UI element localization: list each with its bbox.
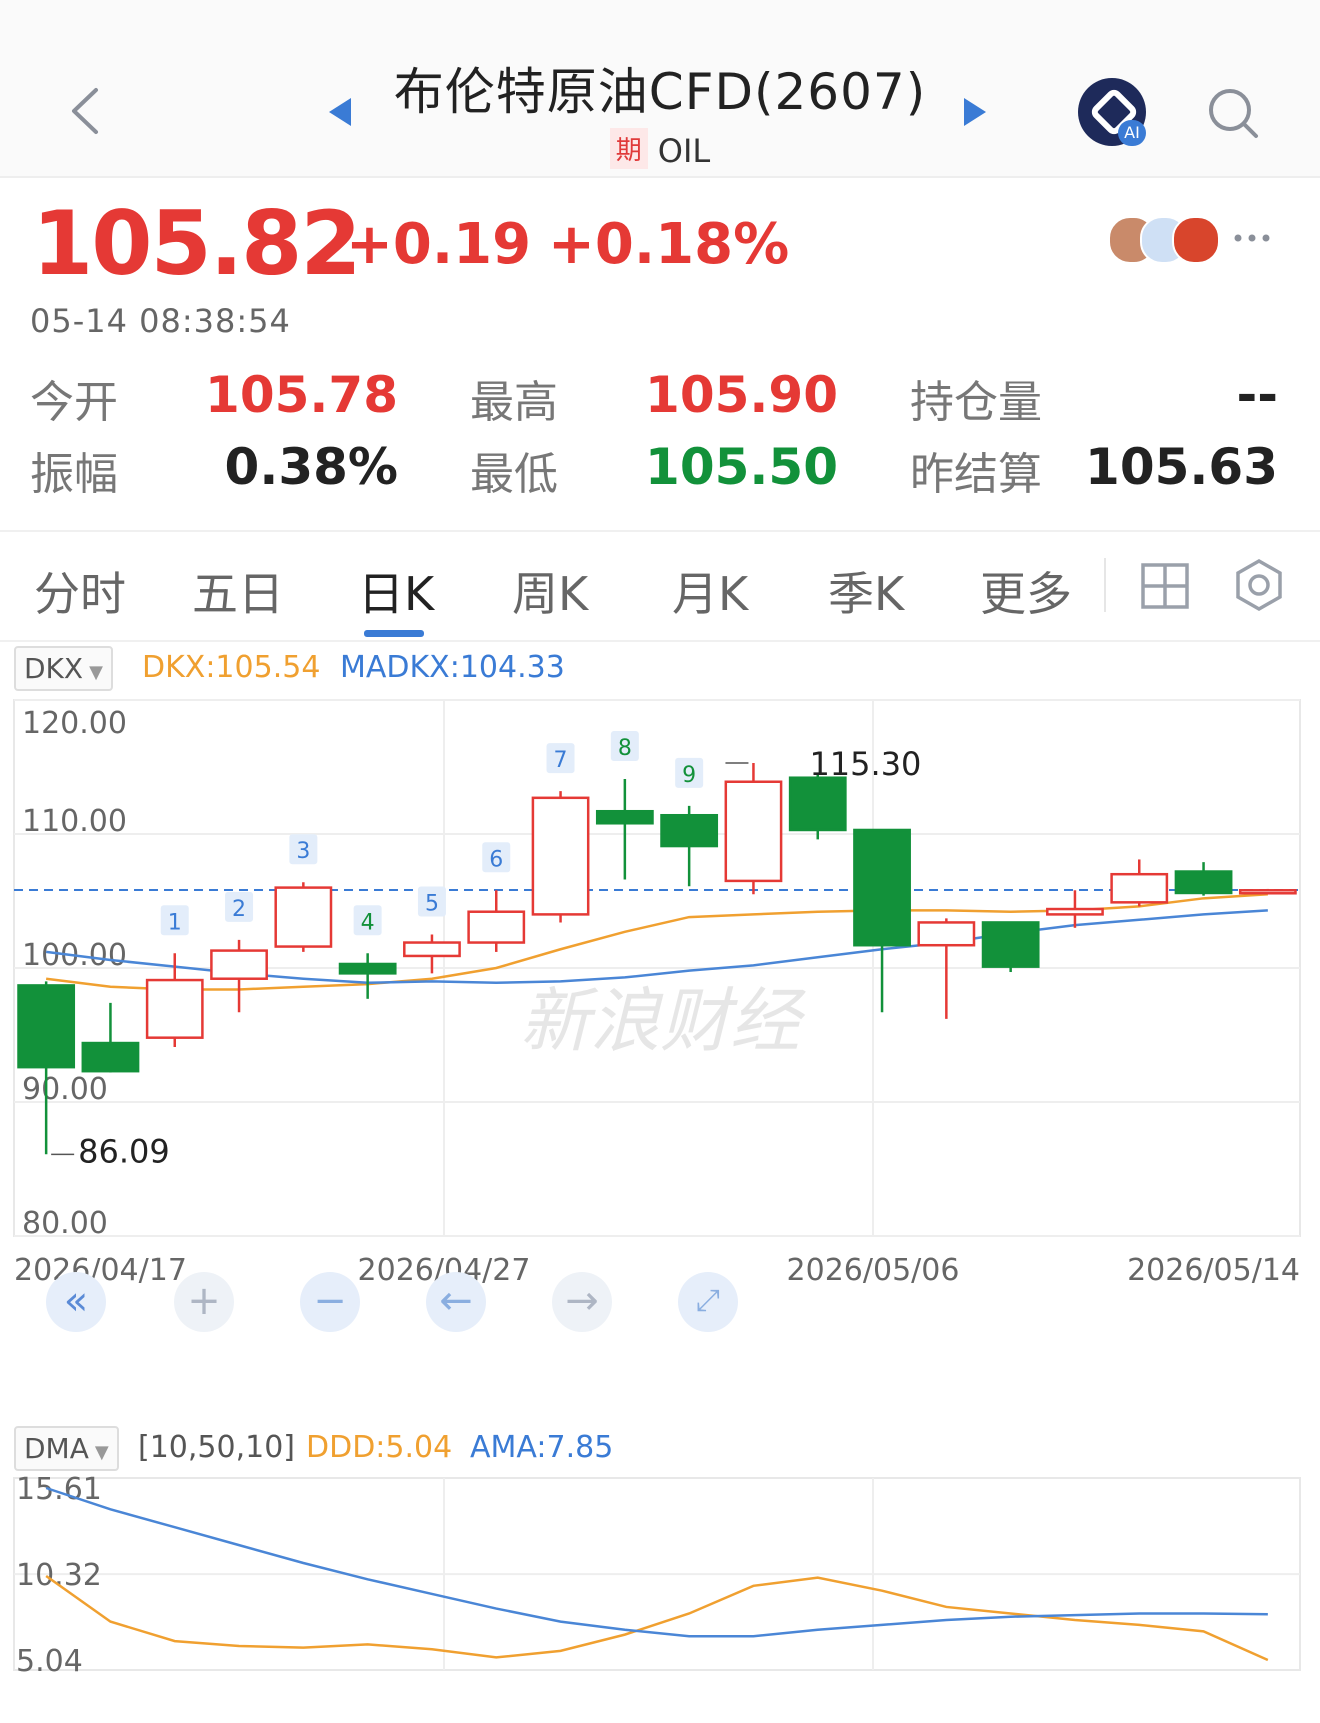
y-tick-label: 5.04 (16, 1644, 83, 1679)
candle (595, 809, 654, 825)
pan-right-icon[interactable]: → (552, 1272, 612, 1332)
period-tabs: 分时 五日 日K 周K 月K 季K 更多 (0, 530, 1320, 642)
fast-back-icon[interactable]: « (46, 1272, 106, 1332)
tab-weekly-k[interactable]: 周K (512, 558, 588, 624)
tab-intraday[interactable]: 分时 (34, 558, 126, 624)
prev-settle-label: 昨结算 (910, 449, 1042, 500)
main-indicator-value: DKX (24, 652, 84, 685)
candle (81, 1041, 140, 1073)
candle (1238, 889, 1297, 895)
zoom-out-icon[interactable]: − (300, 1272, 360, 1332)
dma-chart[interactable]: 15.6110.325.04 (0, 1470, 1320, 1700)
open-label: 今开 (30, 377, 118, 428)
tab-daily-k[interactable]: 日K (358, 558, 434, 624)
candle (1046, 907, 1104, 916)
marker-label: 2 (232, 897, 246, 922)
sub-indicator-value: DMA (24, 1432, 89, 1465)
y-tick-label: 10.32 (16, 1558, 102, 1593)
y-tick-label: 120.00 (22, 706, 127, 741)
tab-five-day[interactable]: 五日 (192, 558, 284, 624)
avatar[interactable] (1172, 216, 1220, 264)
marker-label: 5 (425, 892, 439, 917)
candle (788, 776, 847, 832)
tab-monthly-k[interactable]: 月K (672, 558, 748, 624)
fullscreen-icon[interactable]: ⤢ (678, 1272, 738, 1332)
candle (853, 828, 911, 947)
tab-more[interactable]: 更多 (980, 558, 1072, 624)
x-tick-label: 2026/05/14 (1127, 1253, 1300, 1288)
tab-quarterly-k[interactable]: 季K (828, 558, 904, 624)
prev-settle-value: 105.63 (1085, 438, 1278, 496)
low-label: 最低 (470, 449, 558, 500)
marker-label: 1 (168, 910, 182, 935)
series-line-ama (45, 1486, 1268, 1638)
max-price-label: 115.30 (809, 745, 921, 783)
open-interest-label: 持仓量 (910, 377, 1042, 428)
candle (724, 780, 783, 883)
ama-value: AMA:7.85 (470, 1430, 614, 1465)
marker-label: 7 (554, 748, 568, 773)
ai-badge: AI (1118, 120, 1146, 146)
next-triangle-icon[interactable] (962, 96, 988, 128)
search-icon[interactable] (1206, 86, 1260, 140)
candle (210, 949, 268, 980)
ai-assistant-icon[interactable]: AI (1078, 78, 1146, 146)
watermark: 新浪财经 (520, 980, 806, 1062)
candle (467, 910, 526, 944)
top-bar: 布伦特原油CFD(2607) 期 OIL AI (0, 0, 1320, 178)
dkx-value: DKX:105.54 (142, 650, 321, 685)
main-indicator-select[interactable]: DKX ▼ (14, 646, 113, 691)
candle (917, 921, 976, 947)
min-price-label: 86.09 (78, 1132, 170, 1170)
ddd-value: DDD:5.04 (306, 1430, 453, 1465)
high-value: 105.90 (645, 366, 838, 424)
y-tick-label: 80.00 (22, 1206, 108, 1241)
chevron-down-icon: ▼ (94, 1442, 109, 1463)
candle (145, 978, 204, 1039)
more-dots-icon[interactable] (1232, 228, 1272, 248)
candle (660, 813, 719, 848)
marker-label: 9 (682, 763, 696, 788)
high-label: 最高 (470, 377, 558, 428)
dma-params: [10,50,10] (138, 1430, 296, 1465)
active-tab-indicator (364, 630, 424, 637)
amplitude-label: 振幅 (30, 449, 118, 500)
candle (338, 962, 397, 975)
x-tick-label: 2026/04/17 (14, 1253, 187, 1288)
app-screen: 布伦特原油CFD(2607) 期 OIL AI 105.82 +0.19 +0.1… (0, 0, 1320, 1723)
x-tick-label: 2026/05/06 (787, 1253, 960, 1288)
marker-label: 4 (361, 910, 375, 935)
series-line-ddd (45, 1575, 1269, 1662)
y-tick-label: 90.00 (22, 1072, 108, 1107)
amplitude-value: 0.38% (224, 438, 398, 496)
candle (981, 921, 1040, 968)
zoom-in-icon[interactable]: + (174, 1272, 234, 1332)
last-price: 105.82 (32, 192, 362, 295)
open-value: 105.78 (205, 366, 398, 424)
low-value: 105.50 (645, 438, 838, 496)
quote-time: 05-14 08:38:54 (30, 302, 291, 340)
candle (1110, 872, 1169, 904)
marker-label: 6 (489, 847, 503, 872)
candle (403, 941, 461, 958)
y-tick-label: 110.00 (22, 804, 127, 839)
open-interest-value: -- (1236, 366, 1278, 424)
instrument-code: OIL (657, 132, 711, 170)
grid-layout-icon[interactable] (1140, 562, 1190, 610)
candle (1174, 870, 1233, 895)
pan-left-icon[interactable]: ← (426, 1272, 486, 1332)
candle (531, 796, 590, 916)
candle (17, 984, 76, 1069)
marker-label: 8 (618, 736, 632, 761)
price-change: +0.19 (346, 212, 532, 277)
madkx-value: MADKX:104.33 (340, 650, 565, 685)
candle (274, 886, 333, 948)
price-change-pct: +0.18% (548, 212, 790, 277)
chevron-down-icon: ▼ (89, 662, 103, 683)
tab-divider (1104, 558, 1106, 612)
marker-label: 3 (296, 839, 310, 864)
settings-icon[interactable] (1234, 558, 1284, 612)
sub-indicator-select[interactable]: DMA ▼ (14, 1426, 119, 1471)
futures-badge: 期 (609, 128, 648, 169)
